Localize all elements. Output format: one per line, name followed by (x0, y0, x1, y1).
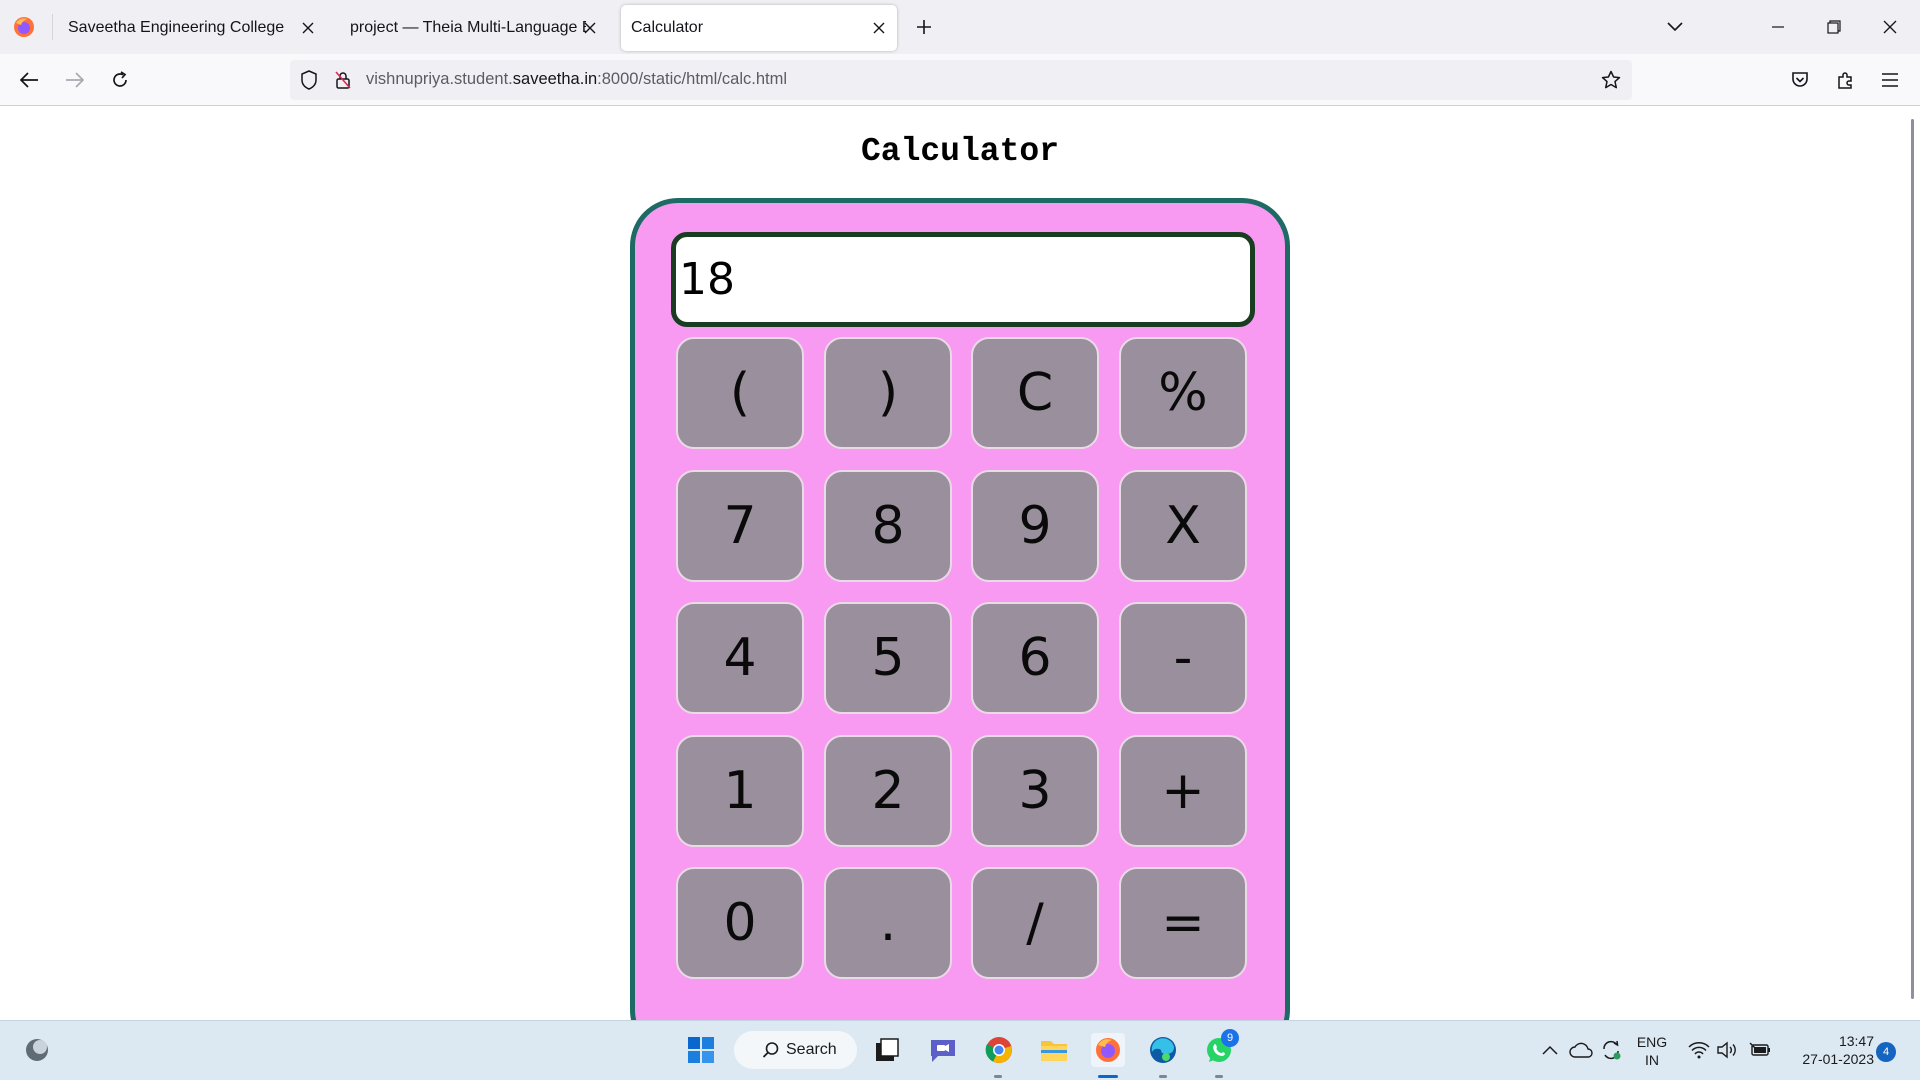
onedrive-cloud-icon[interactable] (1568, 1033, 1594, 1067)
firefox-icon[interactable] (12, 15, 36, 39)
pocket-icon[interactable] (1786, 66, 1814, 94)
battery-icon[interactable] (1747, 1033, 1773, 1067)
key-decimal[interactable]: . (824, 867, 952, 979)
close-icon[interactable] (869, 18, 889, 38)
page-scrollbar[interactable] (1911, 119, 1914, 999)
weather-widget-icon[interactable] (20, 1033, 54, 1067)
teams-chat-icon[interactable] (926, 1033, 960, 1067)
tab-bar: Saveetha Engineering College project — T… (0, 0, 1920, 54)
navigation-bar: vishnupriya.student.saveetha.in:8000/sta… (0, 54, 1920, 106)
back-button[interactable] (15, 66, 43, 94)
key-open-paren[interactable]: ( (676, 337, 804, 449)
tab-calculator[interactable]: Calculator (621, 5, 897, 51)
tab-project[interactable]: project — Theia Multi-Language Ex (338, 5, 608, 51)
windows-start-icon[interactable] (684, 1033, 718, 1067)
bookmark-star-icon[interactable] (1600, 69, 1622, 91)
running-indicator (1159, 1075, 1167, 1078)
firefox-taskbar-icon[interactable] (1091, 1033, 1125, 1067)
key-3[interactable]: 3 (971, 735, 1099, 847)
url-host: saveetha.in (512, 70, 598, 88)
calculator: 18 ( ) C % 7 8 9 X 4 5 6 - 1 2 3 + 0 . /… (630, 198, 1290, 1020)
key-7[interactable]: 7 (676, 470, 804, 582)
clock-date: 27-01-2023 (1802, 1051, 1874, 1067)
shield-icon[interactable] (298, 69, 320, 91)
tab-saveetha[interactable]: Saveetha Engineering College (56, 5, 326, 51)
volume-icon[interactable] (1714, 1033, 1740, 1067)
search-icon (762, 1041, 780, 1064)
task-view-icon[interactable] (870, 1033, 904, 1067)
key-multiply[interactable]: X (1119, 470, 1247, 582)
calculator-display[interactable]: 18 (671, 232, 1255, 327)
taskbar-search[interactable]: Search (734, 1031, 857, 1069)
key-percent[interactable]: % (1119, 337, 1247, 449)
clock[interactable]: 13:47 27-01-2023 (1780, 1032, 1874, 1068)
chrome-icon[interactable] (982, 1033, 1016, 1067)
whatsapp-badge: 9 (1221, 1029, 1239, 1047)
key-divide[interactable]: / (971, 867, 1099, 979)
sync-icon[interactable] (1598, 1033, 1624, 1067)
key-close-paren[interactable]: ) (824, 337, 952, 449)
key-minus[interactable]: - (1119, 602, 1247, 714)
chevron-up-icon[interactable] (1539, 1033, 1561, 1067)
new-tab-button[interactable] (911, 14, 937, 40)
key-clear[interactable]: C (971, 337, 1099, 449)
insecure-lock-icon[interactable] (332, 69, 354, 91)
url-suffix: :8000/static/html/calc.html (597, 70, 787, 88)
menu-icon[interactable] (1876, 66, 1904, 94)
reload-button[interactable] (106, 66, 134, 94)
extensions-icon[interactable] (1832, 66, 1860, 94)
running-indicator (994, 1075, 1002, 1078)
key-1[interactable]: 1 (676, 735, 804, 847)
notification-badge[interactable]: 4 (1876, 1042, 1896, 1062)
tab-title: project — Theia Multi-Language Ex (350, 19, 586, 36)
windows-taskbar: Search 9 ENG IN 13:47 27-01-2023 4 (0, 1020, 1920, 1080)
key-5[interactable]: 5 (824, 602, 952, 714)
key-6[interactable]: 6 (971, 602, 1099, 714)
tab-title: Saveetha Engineering College (68, 19, 285, 36)
search-label: Search (786, 1041, 837, 1058)
tab-separator (52, 14, 53, 40)
running-indicator (1215, 1075, 1223, 1078)
clock-time: 13:47 (1838, 1033, 1874, 1049)
close-icon[interactable] (580, 18, 600, 38)
key-8[interactable]: 8 (824, 470, 952, 582)
active-indicator (1098, 1075, 1118, 1078)
tab-title: Calculator (631, 19, 704, 36)
key-equals[interactable]: = (1119, 867, 1247, 979)
key-4[interactable]: 4 (676, 602, 804, 714)
minimize-button[interactable] (1763, 12, 1793, 42)
language-code: ENG (1636, 1034, 1668, 1050)
page-content: Calculator 18 ( ) C % 7 8 9 X 4 5 6 - 1 … (0, 107, 1920, 1020)
key-0[interactable]: 0 (676, 867, 804, 979)
list-tabs-button[interactable] (1660, 12, 1690, 42)
language-indicator[interactable]: ENG IN (1630, 1033, 1674, 1069)
page-title: Calculator (860, 133, 1060, 170)
close-window-button[interactable] (1875, 12, 1905, 42)
url-text[interactable]: vishnupriya.student.saveetha.in:8000/sta… (366, 70, 787, 89)
close-icon[interactable] (298, 18, 318, 38)
key-plus[interactable]: + (1119, 735, 1247, 847)
edge-icon[interactable] (1146, 1033, 1180, 1067)
key-2[interactable]: 2 (824, 735, 952, 847)
wifi-icon[interactable] (1686, 1033, 1712, 1067)
forward-button[interactable] (61, 66, 89, 94)
file-explorer-icon[interactable] (1037, 1033, 1071, 1067)
region-code: IN (1645, 1052, 1659, 1068)
address-bar[interactable]: vishnupriya.student.saveetha.in:8000/sta… (290, 60, 1632, 100)
key-9[interactable]: 9 (971, 470, 1099, 582)
url-prefix: vishnupriya.student. (366, 70, 513, 88)
restore-button[interactable] (1819, 12, 1849, 42)
